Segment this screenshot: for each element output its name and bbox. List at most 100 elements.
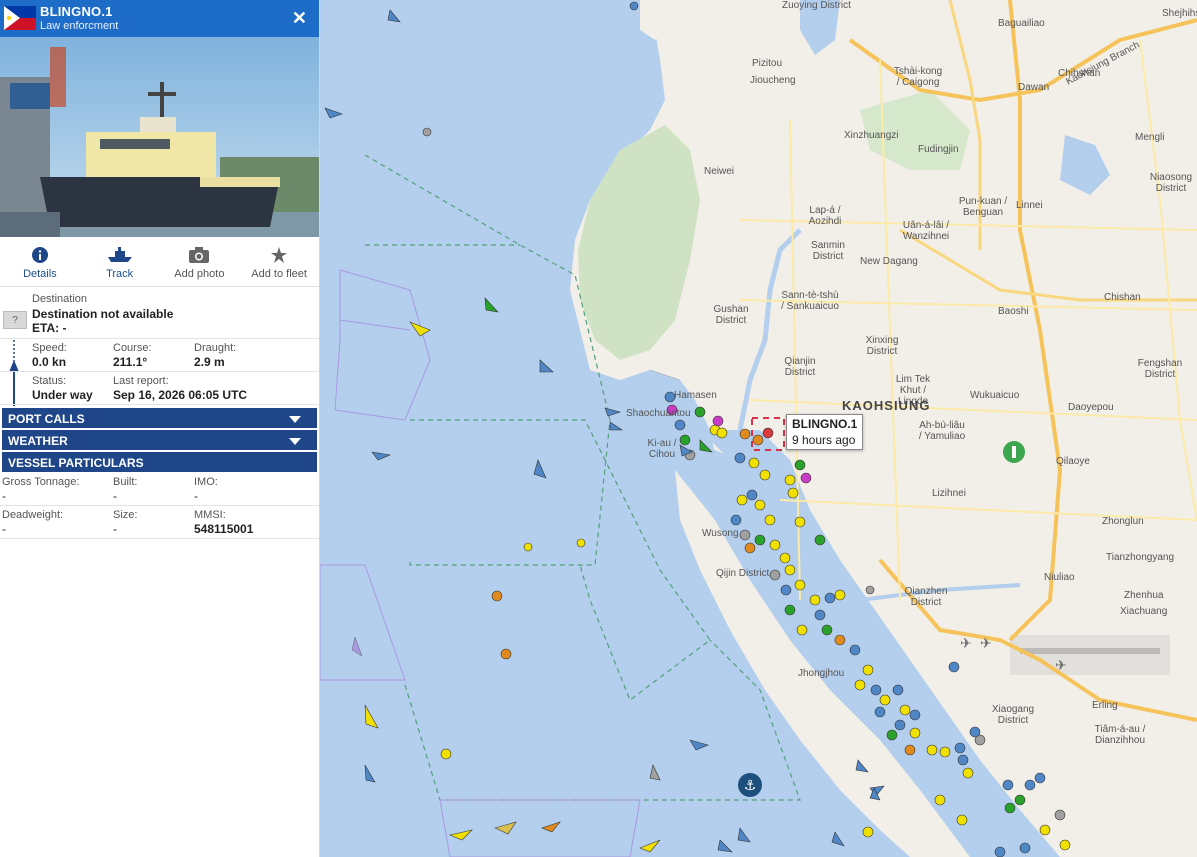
label-chihshan: Chihshan: [1058, 68, 1101, 79]
built-value: -: [113, 489, 117, 503]
label-new-dagang: New Dagang: [860, 256, 918, 267]
label-qianjin: Qianjin District: [784, 356, 816, 378]
label-tianzhongyang: Tianzhongyang: [1106, 552, 1175, 563]
zone-purple-1: [334, 269, 431, 421]
imo-cell: IMO: -: [194, 476, 218, 503]
label-qilaoye: Qilaoye: [1056, 456, 1090, 467]
imo-label: IMO:: [194, 476, 218, 488]
label-qijin: Qijin District: [716, 568, 770, 579]
label-dawan: Dawan: [1018, 82, 1050, 93]
tab-add-photo-label: Add photo: [174, 268, 225, 280]
particulars-row-1: Gross Tonnage: - Built: - IMO: -: [0, 473, 319, 506]
label-neiwei: Neiwei: [704, 166, 735, 177]
vessel-particulars-section[interactable]: VESSEL PARTICULARS: [2, 451, 317, 473]
label-wusong: Wusong: [702, 528, 739, 539]
draught-label: Draught:: [194, 342, 237, 354]
destination-value: Destination not available: [32, 307, 174, 321]
zone-purple-3: [439, 799, 641, 857]
camera-icon: [189, 247, 210, 263]
label-wanzihnei: Uân-á-lâi / Wanzihnei: [902, 220, 950, 242]
zone-purple-2: [320, 564, 406, 681]
size-label: Size:: [113, 509, 138, 521]
anchorage-zone-2: [410, 419, 711, 701]
label-niuliao: Niuliao: [1044, 572, 1075, 583]
status-label: Status:: [32, 375, 67, 387]
tab-details[interactable]: Details: [0, 237, 80, 286]
label-hamasen: Hamasen: [674, 390, 717, 401]
close-icon[interactable]: ✕: [292, 8, 307, 28]
port-calls-section[interactable]: PORT CALLS: [2, 407, 317, 429]
tab-track[interactable]: Track: [80, 237, 160, 286]
built-cell: Built: -: [113, 476, 137, 503]
label-sankuaicuo: Sann-tè-tshù / Sankuaicuo: [781, 290, 839, 312]
label-erling: Erling: [1092, 700, 1118, 711]
built-label: Built:: [113, 476, 138, 488]
speed-value: 0.0 kn: [32, 355, 67, 369]
vessel-tabs: Details Track Add photo Add to fleet: [0, 237, 319, 287]
label-shaochuantou: Shaochuantou: [626, 408, 691, 419]
label-xiachuang: Xiachuang: [1120, 606, 1168, 617]
chevron-down-icon: [289, 416, 301, 423]
mmsi-value: 548115001: [194, 522, 254, 536]
label-linnei: Linnei: [1016, 200, 1043, 211]
svg-text:⚓: ⚓: [744, 778, 757, 794]
vessel-photo[interactable]: [0, 37, 319, 237]
label-baguailiao: Baguailiao: [998, 18, 1045, 29]
speed-course-row: Speed: 0.0 kn Course: 211.1° Draught: 2.…: [0, 339, 319, 372]
label-jioucheng: Jioucheng: [750, 75, 796, 86]
last-report-cell: Last report: Sep 16, 2026 06:05 UTC: [113, 375, 247, 402]
vessel-tooltip[interactable]: BLINGNO.1 9 hours ago: [786, 414, 864, 450]
draught-value: 2.9 m: [194, 355, 225, 369]
flag-icon: [4, 6, 36, 30]
label-yamuliao: Ah-bú-liâu / Yamuliao: [918, 420, 966, 442]
course-value: 211.1°: [113, 355, 148, 369]
label-lizihnei: Lizihnei: [932, 488, 966, 499]
tab-add-photo[interactable]: Add photo: [160, 237, 240, 286]
draught-cell: Draught: 2.9 m: [194, 342, 236, 369]
weather-section[interactable]: WEATHER: [2, 429, 317, 451]
label-jhongjhou: Jhongjhou: [798, 668, 845, 679]
particulars-row-2: Deadweight: - Size: - MMSI: 548115001: [0, 506, 319, 539]
label-niaosong: Niaosong District: [1149, 172, 1193, 194]
vessel-type: Law enforcment: [40, 20, 119, 32]
ship-track-icon: [107, 247, 132, 262]
vessel-name: BLINGNO.1: [40, 4, 113, 19]
star-icon: [271, 247, 288, 263]
size-cell: Size: -: [113, 509, 137, 536]
course-cell: Course: 211.1°: [113, 342, 152, 369]
label-fudingjin: Fudingjin: [918, 144, 959, 155]
label-xiaogang: Xiaogang District: [991, 704, 1035, 726]
label-gushan: Gushan District: [713, 304, 749, 326]
label-cihou: Ki-au / Cihou: [647, 438, 677, 460]
label-baoshi: Baoshi: [998, 306, 1029, 317]
label-caigong: Tshài-kong / Caigong: [893, 66, 943, 88]
label-fengshan: Fengshan District: [1137, 358, 1183, 380]
gross-tonnage-value: -: [2, 489, 6, 503]
label-xinzhuangzi: Xinzhuangzi: [844, 130, 899, 141]
destination-label: Destination: [32, 293, 88, 305]
eta-value: ETA: -: [32, 321, 67, 335]
mmsi-cell: MMSI: 548115001: [194, 509, 253, 536]
gross-tonnage-label: Gross Tonnage:: [2, 476, 80, 488]
speed-cell: Speed: 0.0 kn: [32, 342, 67, 369]
imo-value: -: [194, 489, 198, 503]
gross-tonnage-cell: Gross Tonnage: -: [2, 476, 79, 503]
deadweight-cell: Deadweight: -: [2, 509, 63, 536]
label-qianzhen: Qianzhen District: [904, 586, 948, 608]
label-chishan: Chishan: [1104, 292, 1141, 303]
map-canvas[interactable]: ⚓ ✈ ✈ ✈ Zuoying District Pizitou Jiouche…: [320, 0, 1197, 857]
zone-purple-4: [339, 319, 411, 331]
weather-title: WEATHER: [8, 434, 68, 448]
status-value: Under way: [32, 388, 93, 402]
deadweight-value: -: [2, 522, 6, 536]
label-zhonglun: Zhonglun: [1102, 516, 1144, 527]
last-report-value: Sep 16, 2026 06:05 UTC: [113, 388, 248, 402]
vessel-particulars-title: VESSEL PARTICULARS: [8, 456, 144, 470]
label-mengli: Mengli: [1135, 132, 1165, 143]
vessel-panel: BLINGNO.1 Law enforcment ✕ Details Track…: [0, 0, 320, 857]
course-label: Course:: [113, 342, 152, 354]
tab-add-to-fleet[interactable]: Add to fleet: [239, 237, 319, 286]
label-shejhihsi: Shejhihsi: [1162, 8, 1197, 19]
label-pizitou: Pizitou: [752, 58, 783, 69]
map-base: ⚓ ✈ ✈ ✈: [320, 0, 1197, 857]
